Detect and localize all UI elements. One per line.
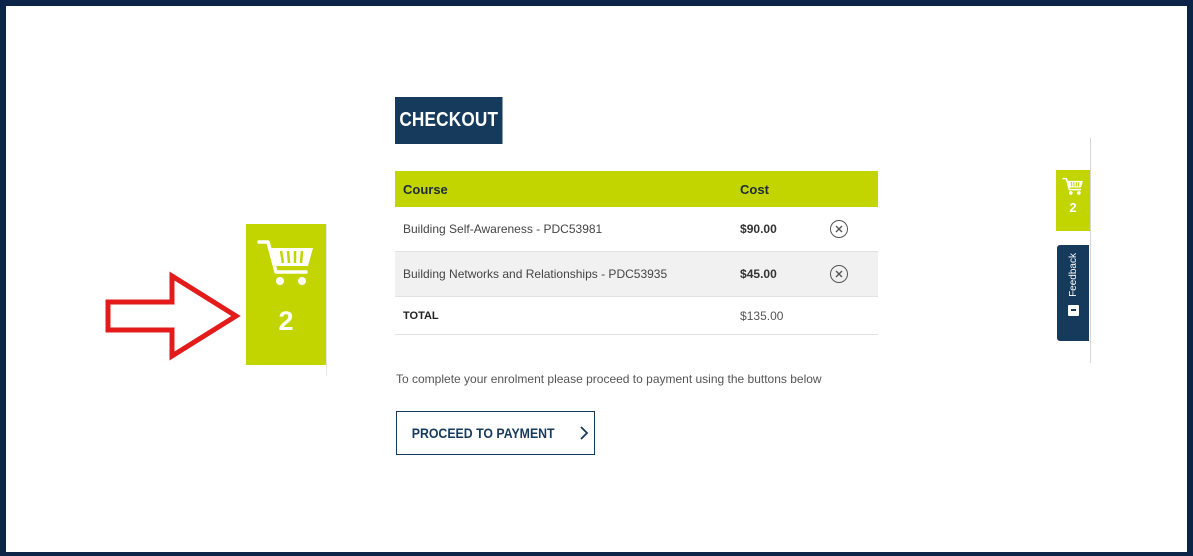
shopping-cart-icon <box>257 240 313 285</box>
divider <box>1090 138 1091 363</box>
course-name: Building Networks and Relationships - PD… <box>395 251 733 297</box>
table-row: Building Self-Awareness - PDC53981 $90.0… <box>395 207 878 252</box>
shopping-cart-icon <box>1062 177 1083 195</box>
table-row: Building Networks and Relationships - PD… <box>395 251 878 297</box>
remove-course-button[interactable] <box>830 220 849 238</box>
comment-icon <box>1067 304 1079 316</box>
column-header-remove <box>822 171 878 207</box>
side-cart-widget[interactable]: 2 <box>1056 170 1090 231</box>
proceed-button-label: PROCEED TO PAYMENT <box>412 425 555 441</box>
total-cost: $135.00 <box>732 296 823 335</box>
circle-x-icon <box>835 225 843 233</box>
page-title: CHECKOUT <box>395 97 503 144</box>
right-arrow-outline-icon <box>105 271 241 361</box>
proceed-to-payment-button[interactable]: PROCEED TO PAYMENT <box>396 411 595 455</box>
remove-course-button[interactable] <box>830 265 849 283</box>
side-cart-count: 2 <box>1069 200 1077 215</box>
divider <box>326 224 327 376</box>
cart-widget[interactable]: 2 <box>246 224 326 365</box>
table-header-row: Course Cost <box>395 171 878 207</box>
payment-instructions: To complete your enrolment please procee… <box>396 372 822 386</box>
feedback-label: Feedback <box>1067 253 1079 297</box>
circle-x-icon <box>835 270 843 278</box>
chevron-right-icon <box>580 426 588 440</box>
course-cost: $90.00 <box>732 207 823 252</box>
course-cost: $45.00 <box>732 251 823 297</box>
course-name: Building Self-Awareness - PDC53981 <box>395 207 733 252</box>
feedback-tab[interactable]: Feedback <box>1057 245 1089 341</box>
total-row: TOTAL $135.00 <box>395 296 878 335</box>
cart-table: Course Cost Building Self-Awareness - PD… <box>395 171 878 335</box>
column-header-course: Course <box>395 171 733 207</box>
total-label: TOTAL <box>395 296 733 335</box>
column-header-cost: Cost <box>732 171 823 207</box>
cart-count: 2 <box>278 306 294 336</box>
